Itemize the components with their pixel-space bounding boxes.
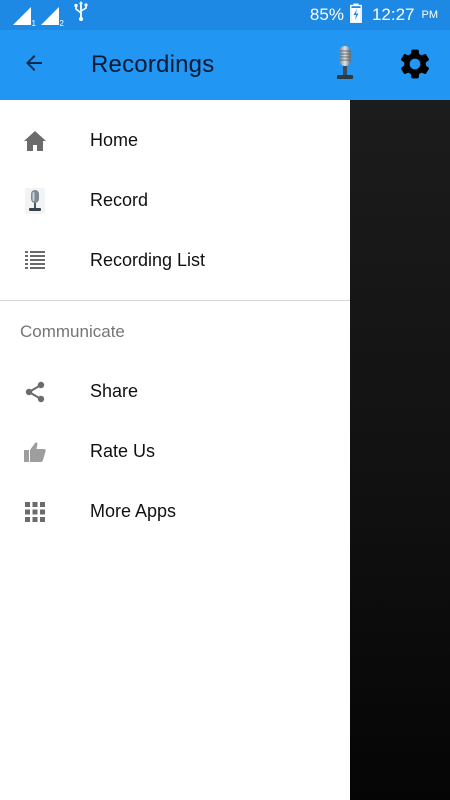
drawer-item-recording-list[interactable]: Recording List — [0, 230, 350, 290]
sim2-label: 2 — [59, 19, 64, 28]
apps-grid-icon — [22, 499, 48, 525]
divider — [0, 300, 350, 301]
clock-time: 12:27 — [371, 5, 415, 24]
status-left-icons: 1 2 — [12, 1, 88, 28]
section-title: Communicate — [20, 322, 125, 341]
drawer-scrim[interactable] — [350, 100, 450, 800]
microphone-icon — [22, 188, 48, 214]
drawer-item-rate-us[interactable]: Rate Us — [0, 421, 350, 481]
battery-charging-icon — [350, 3, 362, 28]
thumbs-up-icon — [22, 439, 48, 465]
status-right: 85% 12:27 PM — [310, 0, 438, 30]
microphone-button[interactable] — [328, 45, 362, 85]
navigation-drawer: Home Record Recording List Communicate S… — [0, 100, 350, 800]
drawer-item-label: Home — [90, 129, 139, 150]
app-bar: Recordings — [0, 30, 450, 100]
sim1-label: 1 — [31, 19, 36, 28]
page-title: Recordings — [91, 51, 215, 78]
drawer-item-label: Rate Us — [90, 440, 156, 461]
arrow-back-icon — [22, 51, 46, 80]
signal-icon: 1 — [12, 6, 36, 28]
drawer-item-label: More Apps — [90, 500, 177, 521]
home-icon — [22, 128, 48, 154]
clock-ampm: PM — [421, 9, 439, 21]
back-button[interactable] — [18, 49, 50, 81]
status-bar: 1 2 85% 12:27 PM — [0, 0, 450, 30]
signal-icon: 2 — [40, 6, 64, 28]
drawer-item-label: Record — [90, 189, 149, 210]
share-icon — [22, 379, 48, 405]
settings-gear-icon — [397, 46, 433, 87]
usb-icon — [74, 1, 88, 26]
drawer-item-label: Share — [90, 380, 139, 401]
drawer-item-label: Recording List — [90, 249, 206, 270]
drawer-item-home[interactable]: Home — [0, 110, 350, 170]
drawer-item-record[interactable]: Record — [0, 170, 350, 230]
microphone-icon — [334, 45, 356, 86]
list-icon — [22, 248, 48, 274]
drawer-item-share[interactable]: Share — [0, 361, 350, 421]
battery-percent: 85% — [309, 5, 344, 24]
settings-button[interactable] — [395, 46, 435, 86]
drawer-item-more-apps[interactable]: More Apps — [0, 481, 350, 541]
